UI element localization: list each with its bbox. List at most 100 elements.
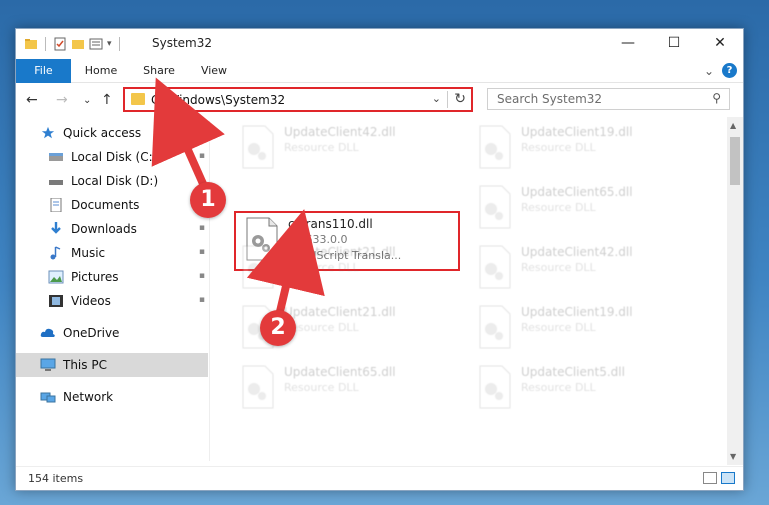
- pc-icon: [40, 358, 56, 371]
- documents-icon: [50, 198, 62, 212]
- sidebar-item-downloads[interactable]: Downloads ▪: [16, 217, 208, 241]
- file-name: UpdateClient21.dll: [284, 245, 396, 259]
- file-type: Resource DLL: [284, 381, 359, 394]
- drive-icon: [49, 153, 63, 161]
- sidebar-item-label: Videos: [71, 294, 111, 308]
- file-item[interactable]: UpdateClient19.dll Resource DLL: [469, 121, 695, 179]
- drive-icon: [49, 180, 63, 185]
- file-name: cstrans110.dll: [288, 217, 373, 231]
- navigation-bar: ← → ⌄ ↑ C:\Windows\System32 ⌄ ↻ Search S…: [16, 84, 743, 116]
- star-icon: [41, 126, 55, 139]
- dll-file-icon: [479, 185, 511, 229]
- pin-icon[interactable]: ▪: [199, 223, 205, 233]
- recent-locations-button[interactable]: ⌄: [83, 95, 91, 106]
- sidebar-item-label: Local Disk (C:): [71, 150, 158, 164]
- folder-icon[interactable]: [24, 37, 38, 51]
- file-item[interactable]: UpdateClient19.dll Resource DLL: [469, 301, 695, 359]
- sidebar-item-videos[interactable]: Videos ▪: [16, 289, 208, 313]
- close-button[interactable]: ✕: [697, 29, 743, 57]
- refresh-icon[interactable]: ↻: [454, 91, 466, 107]
- file-item[interactable]: UpdateClient5.dll Resource DLL: [469, 361, 695, 419]
- dll-file-icon: [242, 125, 274, 169]
- file-item[interactable]: UpdateClient65.dll Resource DLL: [232, 361, 458, 419]
- address-path[interactable]: C:\Windows\System32: [151, 93, 285, 107]
- status-bar: 154 items: [16, 466, 743, 490]
- dll-file-icon: [479, 305, 511, 349]
- tab-share[interactable]: Share: [136, 59, 182, 83]
- address-divider: [447, 91, 448, 108]
- pin-icon[interactable]: ▪: [199, 247, 205, 257]
- sidebar-item-local-disk-c[interactable]: Local Disk (C:) ▪: [16, 145, 208, 169]
- properties-icon[interactable]: [53, 37, 67, 51]
- sidebar-item-pictures[interactable]: Pictures ▪: [16, 265, 208, 289]
- toolbar-separator: [45, 37, 46, 51]
- pin-icon[interactable]: ▪: [199, 295, 205, 305]
- search-icon[interactable]: ⚲: [712, 91, 721, 105]
- tab-view[interactable]: View: [194, 59, 234, 83]
- window-title: System32: [152, 36, 213, 50]
- file-name: UpdateClient42.dll: [521, 245, 633, 259]
- tab-file[interactable]: File: [16, 59, 71, 83]
- file-name: UpdateClient21.dll: [284, 305, 396, 319]
- file-type: Resource DLL: [521, 381, 596, 394]
- quick-access-toolbar: ▾: [24, 35, 123, 53]
- scroll-down-icon[interactable]: ▼: [730, 452, 736, 461]
- pictures-icon: [48, 270, 64, 284]
- sidebar-item-this-pc[interactable]: This PC: [16, 353, 208, 377]
- cloud-icon: [40, 328, 55, 337]
- sidebar-item-onedrive[interactable]: OneDrive: [16, 321, 208, 345]
- file-type: Resource DLL: [521, 261, 596, 274]
- view-toggles: [703, 472, 735, 484]
- step-1-badge: 1: [190, 182, 226, 218]
- sidebar-item-music[interactable]: Music ▪: [16, 241, 208, 265]
- sidebar-item-label: This PC: [63, 358, 107, 372]
- file-item[interactable]: UpdateClient42.dll Resource DLL: [469, 241, 695, 299]
- window-controls: — ☐ ✕: [605, 29, 743, 57]
- file-type: Resource DLL: [521, 201, 596, 214]
- pin-icon[interactable]: ▪: [199, 271, 205, 281]
- forward-button[interactable]: →: [56, 92, 68, 108]
- sidebar-item-local-disk-d[interactable]: Local Disk (D:): [16, 169, 208, 193]
- details-view-icon[interactable]: [703, 472, 717, 484]
- file-item[interactable]: UpdateClient21.dll Resource DLL: [232, 241, 458, 299]
- explorer-window: ▾ System32 — ☐ ✕ File Home Share View ⌄ …: [15, 28, 744, 491]
- file-type: Resource DLL: [521, 321, 596, 334]
- minimize-button[interactable]: —: [605, 29, 651, 57]
- pin-icon[interactable]: ▪: [199, 151, 205, 161]
- customize-icon[interactable]: [89, 37, 103, 51]
- sidebar-item-quick-access[interactable]: Quick access: [16, 121, 208, 145]
- navigation-pane: Quick access Local Disk (C:) ▪ Local Dis…: [16, 121, 210, 461]
- up-button[interactable]: ↑: [101, 92, 113, 108]
- sidebar-item-label: Pictures: [71, 270, 119, 284]
- qat-dropdown-icon[interactable]: ▾: [107, 39, 112, 49]
- dll-file-icon: [242, 365, 274, 409]
- sidebar-item-network[interactable]: Network: [16, 385, 208, 409]
- dll-file-icon: [479, 365, 511, 409]
- address-dropdown-icon[interactable]: ⌄: [432, 92, 441, 105]
- sidebar-item-label: Local Disk (D:): [71, 174, 159, 188]
- file-name: UpdateClient42.dll: [284, 125, 396, 139]
- file-item[interactable]: UpdateClient65.dll Resource DLL: [469, 181, 695, 239]
- help-icon[interactable]: ?: [722, 63, 737, 78]
- dll-file-icon: [242, 245, 274, 289]
- expand-ribbon-icon[interactable]: ⌄: [704, 64, 714, 78]
- back-button[interactable]: ←: [26, 92, 38, 108]
- scroll-up-icon[interactable]: ▲: [730, 121, 736, 130]
- maximize-button[interactable]: ☐: [651, 29, 697, 57]
- file-type: Resource DLL: [284, 261, 359, 274]
- file-name: UpdateClient65.dll: [521, 185, 633, 199]
- folder-icon: [131, 93, 145, 105]
- search-input[interactable]: Search System32 ⚲: [487, 88, 730, 110]
- title-bar: ▾ System32 — ☐ ✕: [16, 29, 743, 59]
- tab-home[interactable]: Home: [78, 59, 124, 83]
- scrollbar-thumb[interactable]: [730, 137, 740, 185]
- new-folder-icon[interactable]: [71, 37, 85, 51]
- sidebar-item-label: Network: [63, 390, 114, 404]
- large-icons-view-icon[interactable]: [721, 472, 735, 484]
- address-bar[interactable]: C:\Windows\System32 ⌄ ↻: [123, 87, 473, 112]
- file-item[interactable]: UpdateClient42.dll Resource DLL: [232, 121, 458, 179]
- vertical-scrollbar[interactable]: ▲ ▼: [727, 117, 743, 465]
- item-count: 154 items: [28, 472, 84, 485]
- sidebar-item-documents[interactable]: Documents ▪: [16, 193, 208, 217]
- file-list: UpdateClient42.dll Resource DLL cstrans1…: [212, 121, 726, 461]
